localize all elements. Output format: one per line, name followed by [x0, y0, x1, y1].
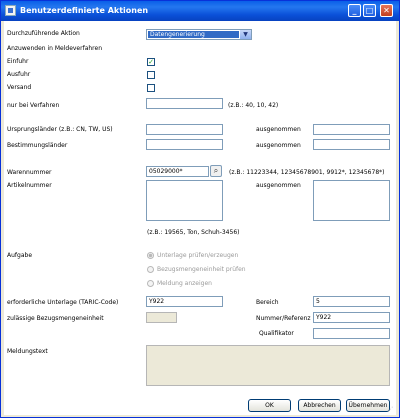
action-select[interactable]: Datengenerierung ▼	[146, 29, 252, 40]
radio-meldung-label: Meldung anzeigen	[157, 280, 212, 287]
artikel-hint: (z.B.: 19565, Ton, Schuh-3456)	[147, 229, 240, 236]
versand-checkbox[interactable]	[147, 84, 155, 92]
bezug-label: zulässige Bezugsmengeneinheit	[7, 315, 104, 322]
meldung-label: Meldungstext	[7, 348, 48, 355]
verfahren-hint: (z.B.: 40, 10, 42)	[228, 102, 279, 109]
einfuhr-label: Einfuhr	[7, 58, 29, 65]
title-bar[interactable]: Benutzerdefinierte Aktionen _ □ ✕	[1, 1, 399, 21]
bestimmung-except-label: ausgenommen	[256, 142, 301, 149]
action-label: Durchzuführende Aktion	[7, 30, 80, 37]
ursprung-label: Ursprungsländer (z.B.: CN, TW, US)	[7, 126, 113, 133]
radio-bezugsmenge[interactable]	[147, 266, 154, 273]
ursprung-except-label: ausgenommen	[256, 126, 301, 133]
artikel-except-label: ausgenommen	[256, 182, 301, 189]
versand-label: Versand	[7, 84, 32, 91]
warennummer-hint: (z.B.: 11223344, 12345678901, 9912*, 123…	[229, 169, 385, 176]
resize-grip-icon[interactable]: ⋰	[387, 406, 395, 414]
qualifikator-input[interactable]	[313, 328, 390, 339]
bezug-input	[146, 312, 177, 323]
dialog-window: Benutzerdefinierte Aktionen _ □ ✕ Durchz…	[0, 0, 400, 418]
search-icon[interactable]: ⌕	[210, 165, 222, 177]
action-select-value: Datengenerierung	[148, 31, 239, 38]
radio-meldung[interactable]	[147, 280, 154, 287]
minimize-button[interactable]: _	[348, 4, 361, 17]
warennummer-input[interactable]: 05029000*	[146, 166, 209, 177]
artikel-label: Artikelnummer	[7, 182, 52, 189]
dialog-content: Durchzuführende Aktion Datengenerierung …	[4, 21, 396, 415]
qualifikator-label: Qualifikator	[259, 330, 294, 337]
bestimmung-input[interactable]	[146, 139, 223, 150]
ausfuhr-label: Ausfuhr	[7, 71, 31, 78]
bereich-input[interactable]: 5	[313, 296, 390, 307]
artikel-except-textarea[interactable]	[313, 180, 390, 221]
app-icon	[5, 5, 16, 16]
meldung-textarea	[146, 345, 390, 386]
close-button[interactable]: ✕	[380, 4, 393, 17]
window-title: Benutzerdefinierte Aktionen	[20, 6, 149, 15]
ausfuhr-checkbox[interactable]	[147, 71, 155, 79]
unterlage-input[interactable]: Y922	[146, 296, 223, 307]
warennummer-label: Warennummer	[7, 169, 52, 176]
bereich-label: Bereich	[256, 299, 279, 306]
nummer-label: Nummer/Referenz	[256, 315, 311, 322]
bestimmung-except-input[interactable]	[313, 139, 390, 150]
aufgabe-label: Aufgabe	[7, 252, 33, 259]
verfahren-input[interactable]	[146, 98, 223, 109]
einfuhr-checkbox[interactable]: ✓	[147, 58, 155, 66]
apply-in-label: Anzuwenden in Meldeverfahren	[7, 45, 103, 52]
nummer-input[interactable]: Y922	[313, 312, 390, 323]
verfahren-label: nur bei Verfahren	[7, 102, 60, 109]
radio-unterlage-label: Unterlage prüfen/erzeugen	[157, 252, 239, 259]
ok-button[interactable]: OK	[248, 399, 291, 412]
unterlage-label: erforderliche Unterlage (TARIC-Code)	[7, 299, 119, 306]
ursprung-except-input[interactable]	[313, 124, 390, 135]
bestimmung-label: Bestimmungsländer	[7, 142, 68, 149]
cancel-button[interactable]: Abbrechen	[298, 399, 341, 412]
ursprung-input[interactable]	[146, 124, 223, 135]
maximize-button[interactable]: □	[363, 4, 376, 17]
apply-button[interactable]: Übernehmen	[346, 399, 390, 412]
radio-bezugsmenge-label: Bezugsmengeneinheit prüfen	[157, 266, 246, 273]
radio-unterlage[interactable]	[147, 252, 154, 259]
artikel-textarea[interactable]	[146, 180, 223, 221]
chevron-down-icon[interactable]: ▼	[240, 30, 251, 39]
